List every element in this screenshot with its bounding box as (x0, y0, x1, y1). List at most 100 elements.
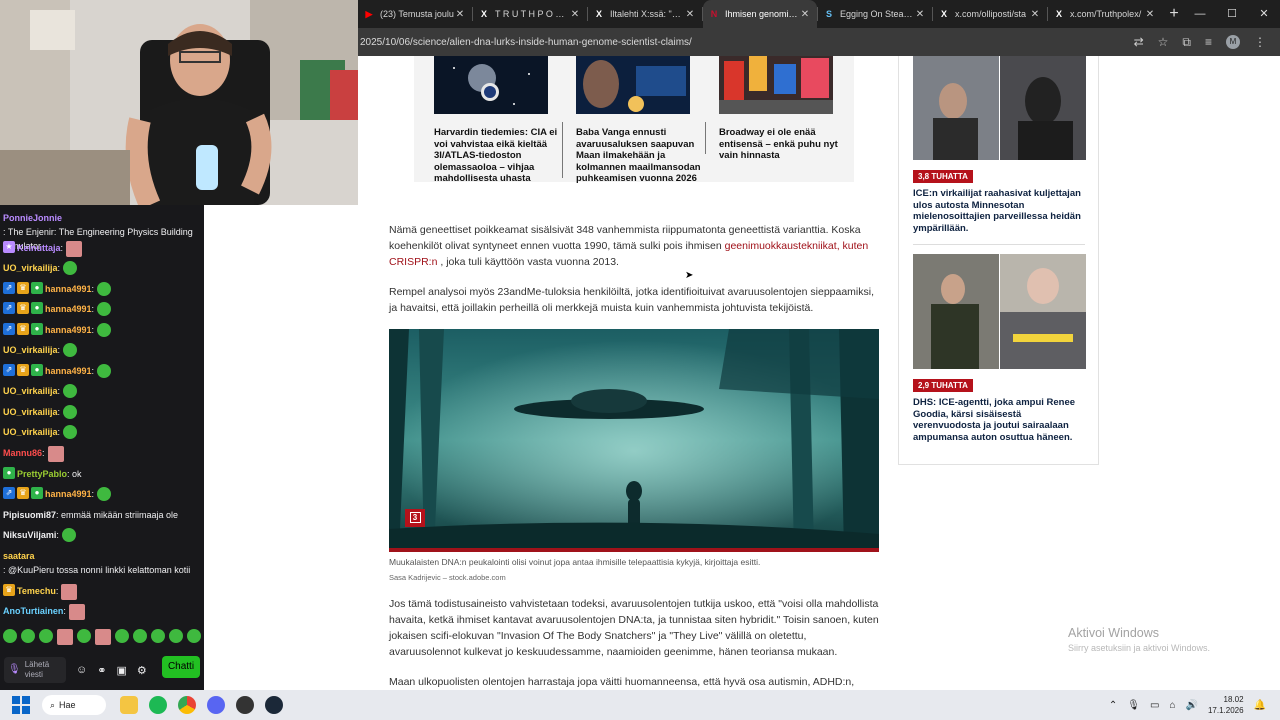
chat-username[interactable]: Pipisuomi87 (3, 508, 56, 522)
close-tab-icon[interactable]: ✕ (914, 9, 926, 20)
prime-badge-icon: ⇗ (3, 487, 15, 499)
chat-message[interactable]: ⇗ ♛ ● hanna4991: (3, 323, 201, 337)
view-count-badge: 2,9 TUHATTA (913, 379, 973, 392)
new-tab-button[interactable]: + (1162, 5, 1186, 23)
close-tab-icon[interactable]: ✕ (1029, 9, 1041, 20)
chat-message[interactable]: UO_virkailija: (3, 425, 201, 439)
chat-message[interactable]: UO_virkailija: (3, 261, 201, 275)
translate-icon[interactable]: ⇄ (1134, 35, 1144, 49)
chat-message[interactable]: UO_virkailija: (3, 343, 201, 357)
sidebar-story-title[interactable]: ICE:n virkailijat raahasivat kuljettajan… (913, 188, 1088, 234)
browser-tab[interactable]: N Ihmisen genomissa ✕ (703, 0, 817, 28)
chat-username[interactable]: UO_virkailija (3, 405, 58, 419)
browser-tab[interactable]: S Egging On Steamin ✕ (818, 0, 932, 28)
browser-tab[interactable]: Xx.com/Truthpolex/✕ (1048, 0, 1162, 28)
chat-username[interactable]: UO_virkailija (3, 261, 58, 275)
microphone-icon[interactable]: 🎙 (1127, 700, 1140, 711)
chat-message[interactable]: ● PrettyPablo: ok (3, 467, 201, 481)
gallery-count-badge[interactable]: 3 (405, 509, 425, 527)
browser-tab[interactable]: ▶ (23) Temusta joulu ✕ (358, 0, 472, 28)
chat-message[interactable]: ♛ Temechu: (3, 584, 201, 600)
chat-message[interactable]: ⇗ ♛ ● hanna4991: (3, 302, 201, 316)
close-tab-icon[interactable]: ✕ (454, 9, 466, 20)
minimize-button[interactable]: — (1184, 0, 1216, 28)
chat-username[interactable]: PrettyPablo (17, 467, 67, 481)
taskbar-search[interactable]: ⌕ Hae (42, 695, 106, 715)
face-emote-icon (68, 604, 85, 620)
chat-message[interactable]: UO_virkailija: (3, 384, 201, 398)
network-icon[interactable]: ⌂ (1169, 700, 1175, 711)
close-tab-icon[interactable]: ✕ (799, 9, 811, 20)
emote-picker-icon[interactable]: ☺ (76, 664, 87, 676)
browser-tab[interactable]: Xx.com/olliposti/sta ✕ (933, 0, 1047, 28)
related-article-2[interactable]: Baba Vanga ennusti avaruusaluksen saapuv… (576, 56, 706, 185)
chat-username[interactable]: PonnieJonnie (3, 211, 62, 225)
chat-username[interactable]: NiksuViljami (3, 528, 56, 542)
volume-icon[interactable]: 🔊 (1186, 700, 1198, 711)
maximize-button[interactable]: ☐ (1216, 0, 1248, 28)
steam-icon[interactable] (265, 696, 283, 714)
related-article-3[interactable]: Broadway ei ole enää entisensä – enkä pu… (719, 56, 849, 162)
chat-message[interactable]: ⇗ ♛ ● hanna4991: (3, 487, 201, 501)
chat-message[interactable]: Mannu86: (3, 446, 201, 462)
chat-username[interactable]: hanna4991 (45, 282, 92, 296)
gallery-count: 3 (409, 512, 421, 523)
chat-message[interactable]: Pipisuomi87: emmää mikään striimaaja ole (3, 508, 201, 522)
chat-username[interactable]: hanna4991 (45, 487, 92, 501)
chat-username[interactable]: Keinuttaja (17, 241, 61, 255)
extensions-icon[interactable]: ⧉ (1182, 35, 1191, 50)
spotify-icon[interactable] (149, 696, 167, 714)
tab-title: Egging On Steamin (840, 9, 914, 19)
related-article-1[interactable]: Harvardin tiedemies: CIA ei voi vahvista… (434, 56, 564, 185)
chat-username[interactable]: saatara (3, 549, 35, 563)
profile-avatar[interactable]: M (1226, 35, 1240, 49)
chat-username[interactable]: UO_virkailija (3, 425, 58, 439)
media-control-icon[interactable]: ≡ (1205, 35, 1212, 49)
display-icon[interactable]: ▭ (1150, 700, 1159, 711)
bookmark-star-icon[interactable]: ☆ (1158, 35, 1169, 49)
emote-icon (115, 629, 129, 643)
chat-input[interactable]: 🎙 Lähetä viesti (4, 657, 66, 683)
discord-icon[interactable] (207, 696, 225, 714)
close-window-button[interactable]: ✕ (1248, 0, 1280, 28)
chat-username[interactable]: hanna4991 (45, 302, 92, 316)
url-field[interactable]: 2025/10/06/science/alien-dna-lurks-insid… (358, 37, 1134, 48)
chat-username[interactable]: AnoTurtiainen (3, 604, 63, 618)
chat-message[interactable]: AnoTurtiainen: (3, 604, 201, 620)
chat-send-button[interactable]: Chatti (162, 656, 200, 678)
file-explorer-icon[interactable] (120, 696, 138, 714)
chat-message[interactable]: UO_virkailija: (3, 405, 201, 419)
chat-username[interactable]: UO_virkailija (3, 384, 58, 398)
gift-icon[interactable]: ▣ (116, 664, 126, 677)
sidebar-story-title[interactable]: DHS: ICE-agentti, joka ampui Renee Goodi… (913, 397, 1088, 443)
obs-icon[interactable] (236, 696, 254, 714)
chat-message[interactable]: ★ Keinuttaja: (3, 241, 201, 257)
chat-username[interactable]: UO_virkailija (3, 343, 58, 357)
mic-icon[interactable]: 🎙 (8, 665, 21, 675)
chat-username[interactable]: hanna4991 (45, 364, 92, 378)
close-tab-icon[interactable]: ✕ (569, 9, 581, 20)
alien-hero-image[interactable] (389, 329, 879, 551)
emote-only-message[interactable] (3, 629, 201, 645)
notification-bell-icon[interactable]: 🔔 (1254, 700, 1266, 711)
chat-message[interactable]: NiksuViljami: (3, 528, 201, 542)
close-tab-icon[interactable]: ✕ (684, 9, 696, 20)
chat-message[interactable]: saatara: @KuuPieru tossa nonni linkki ke… (3, 549, 201, 577)
browser-tab[interactable]: X Iltalehti X:ssä: "Lah ✕ (588, 0, 702, 28)
sidebar-story-image-1[interactable] (913, 56, 1086, 160)
start-button[interactable] (12, 696, 30, 714)
close-tab-icon[interactable]: ✕ (1144, 9, 1156, 20)
chat-username[interactable]: hanna4991 (45, 323, 92, 337)
sidebar-story-image-2[interactable] (913, 254, 1086, 369)
chat-username[interactable]: Mannu86 (3, 446, 42, 460)
chrome-icon[interactable] (178, 696, 196, 714)
settings-gear-icon[interactable]: ⚙ (137, 664, 147, 677)
chat-message[interactable]: ⇗ ♛ ● hanna4991: (3, 364, 201, 378)
browser-tab[interactable]: X T R U T H P O L E X ✕ (473, 0, 587, 28)
menu-kebab-icon[interactable]: ⋮ (1254, 35, 1266, 49)
bits-icon[interactable]: ⚭ (97, 664, 106, 677)
chat-username[interactable]: Temechu (17, 584, 56, 598)
taskbar-clock[interactable]: 18.02 17.1.2026 (1208, 694, 1244, 716)
chat-message[interactable]: ⇗ ♛ ● hanna4991: (3, 282, 201, 296)
chevron-up-icon[interactable]: ⌃ (1109, 700, 1117, 711)
